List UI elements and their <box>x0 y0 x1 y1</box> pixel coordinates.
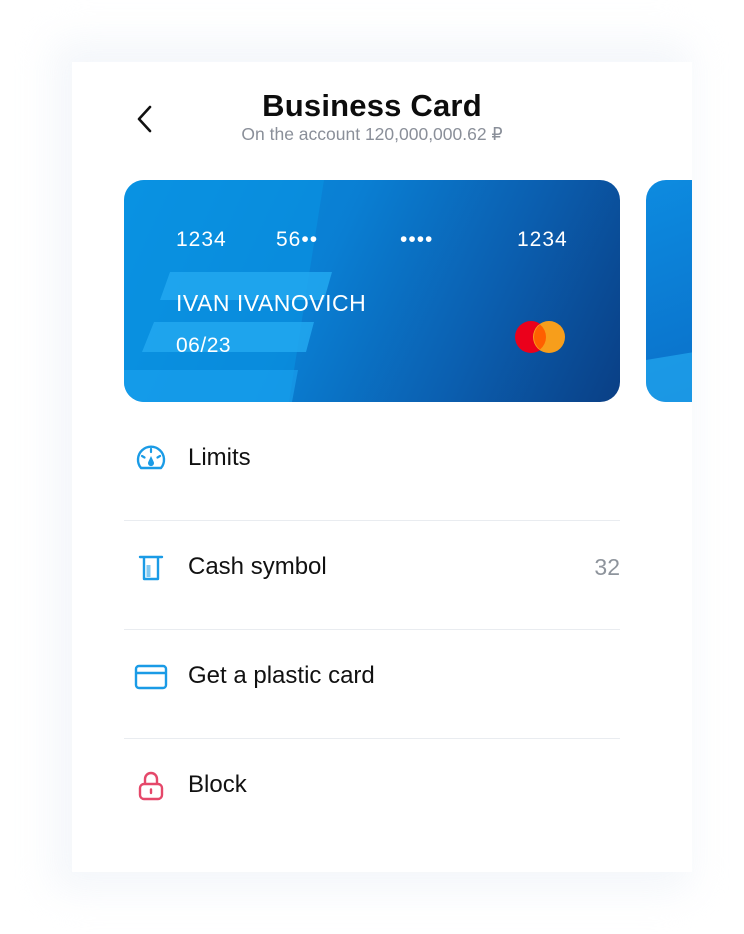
credit-card-icon <box>134 660 168 694</box>
card-decoration <box>646 352 692 402</box>
mastercard-logo-icon <box>515 321 565 353</box>
menu-item-label: Cash symbol <box>188 553 327 580</box>
app-screen: Business Card On the account 120,000,000… <box>72 62 692 872</box>
card-number-group-2: 56•• <box>276 228 319 251</box>
next-card-preview[interactable] <box>646 180 692 402</box>
menu-item-label: Limits <box>188 444 251 471</box>
card-number-group-3: •••• <box>400 228 434 251</box>
lock-icon <box>134 769 168 803</box>
menu-item-label: Block <box>188 771 247 798</box>
menu-item-get-plastic-card[interactable]: Get a plastic card <box>124 630 620 739</box>
card-holder-name: IVAN IVANOVICH <box>176 290 367 316</box>
card-expiry: 06/23 <box>176 334 232 357</box>
cash-symbol-icon <box>134 551 168 585</box>
card-actions-list: Limits Cash symbol 32 Get a plastic card… <box>124 412 620 847</box>
menu-item-cash-symbol[interactable]: Cash symbol 32 <box>124 521 620 630</box>
bank-card[interactable]: 1234 56•• •••• 1234 IVAN IVANOVICH 06/23 <box>124 180 620 402</box>
speedometer-icon <box>134 442 168 476</box>
menu-item-badge: 32 <box>594 554 620 580</box>
card-number-group-1: 1234 <box>176 228 227 251</box>
page-title: Business Card <box>262 88 482 123</box>
menu-item-block[interactable]: Block <box>124 739 620 847</box>
menu-item-label: Get a plastic card <box>188 662 375 689</box>
card-number-group-4: 1234 <box>517 228 568 251</box>
menu-item-limits[interactable]: Limits <box>124 412 620 521</box>
account-balance: On the account 120,000,000.62 ₽ <box>241 124 503 144</box>
